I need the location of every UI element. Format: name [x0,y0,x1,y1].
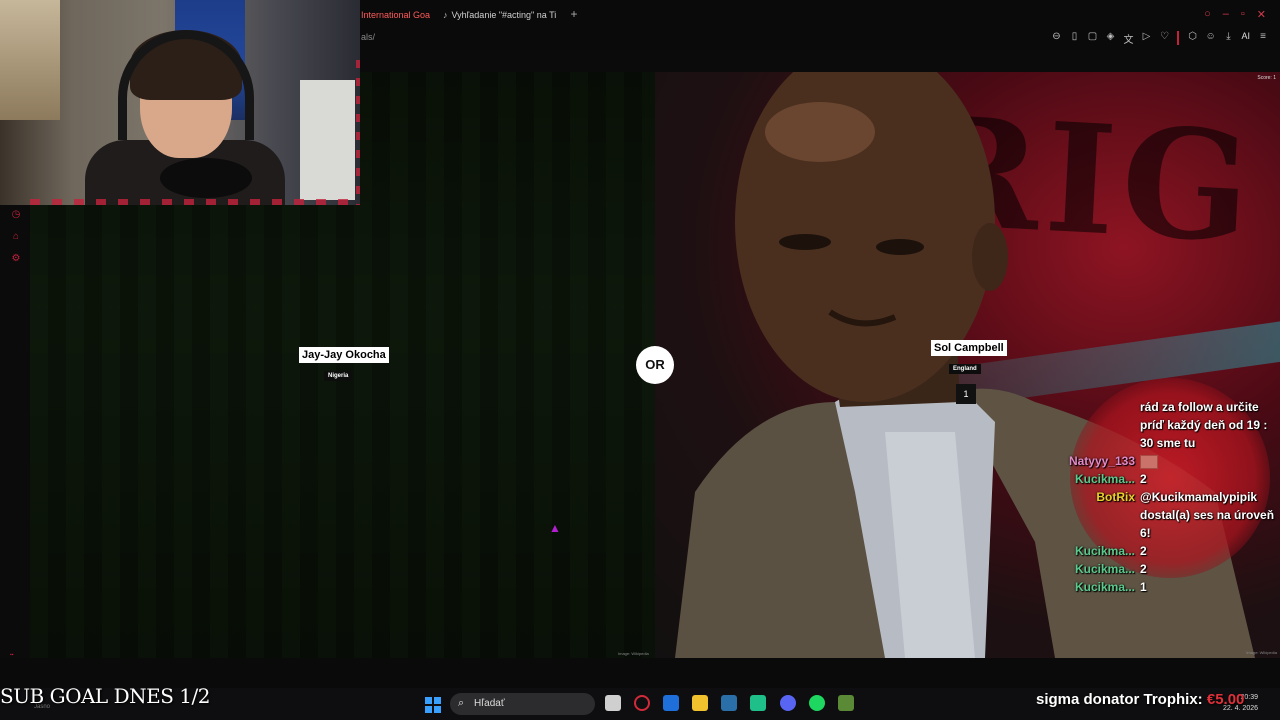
ai-button[interactable]: AI [1241,31,1250,46]
chat-text: 2 [1140,472,1147,486]
file-explorer-pinned-icon[interactable] [605,695,621,711]
zoom-icon[interactable]: ⊖ [1051,31,1061,46]
score-readout: Score: 1 [1257,75,1276,81]
bookmark-icon[interactable]: ▯ [1069,31,1079,46]
tab-label: Vyhľadanie "#acting" na Ti [451,10,557,20]
url-field[interactable]: als/ [361,32,375,42]
chat-text: 2 [1140,562,1147,576]
chat-username [1064,398,1140,452]
steam-icon[interactable] [721,695,737,711]
opera-gx-icon[interactable] [634,695,650,711]
taskbar-search[interactable]: ⌕ Hľadať [450,693,595,715]
chat-message: rád za follow a určite príď každý deň od… [1064,398,1280,452]
cam-window [0,0,60,120]
extensions-icon[interactable]: ⬡ [1187,31,1197,46]
profile-icon[interactable]: ☺ [1205,31,1215,46]
cursor-icon: ▲ [549,521,561,535]
download-icon[interactable]: ⤓ [1223,31,1233,46]
browser-toolbar: ⊖ ▯ ▢ ◈ 文 ▷ ♡ ⬡ ☺ ⤓ AI ≡ [1051,31,1268,46]
cam-frame-decoration [30,199,360,205]
cam-frame-decoration [356,60,360,205]
minecraft-icon[interactable] [838,695,854,711]
app-icon[interactable] [750,695,766,711]
tab-international-goals[interactable]: International Goa [361,6,431,24]
chat-username: BotRix [1096,490,1135,504]
close-icon[interactable]: ✕ [1257,8,1266,21]
donator-overlay: sigma donator Trophix: €5.00 [1036,691,1244,708]
tab-label: International Goa [361,10,431,20]
chat-text: rád za follow a určite príď každý deň od… [1140,400,1268,450]
image-credit-right: Image: Wikipedia [1246,650,1277,655]
chat-username: Kucikma... [1074,562,1135,576]
browser-tab-bar: International Goa ♪ Vyhľadanie "#acting"… [355,0,1280,28]
or-divider: OR [636,346,674,384]
image-credit-left: Image: Wikipedia [618,651,649,656]
sub-goal-overlay: SUB GOAL DNES 1/2 [0,684,210,708]
screen: International Goa ♪ Vyhľadanie "#acting"… [0,0,1280,720]
cam-fridge [300,80,355,200]
chat-message: Kucikma... 2 [1064,560,1280,578]
shield-icon[interactable]: ◈ [1105,31,1115,46]
heart-icon[interactable]: ♡ [1159,31,1169,46]
left-player-country: Nigeria [324,371,353,381]
chat-text [1140,452,1280,470]
tiktok-icon: ♪ [443,10,448,20]
spotify-icon[interactable] [809,695,825,711]
window-controls: ○ – ▫ ✕ [1204,8,1266,21]
discord-icon[interactable] [780,695,796,711]
search-icon[interactable]: ○ [1204,8,1211,21]
outlook-icon[interactable] [663,695,679,711]
left-player-name: Jay-Jay Okocha [299,347,389,363]
right-player-name: Sol Campbell [931,340,1007,356]
chat-message: Natyyy_133 [1064,452,1280,470]
webcam-overlay [0,0,360,205]
chat-message: BotRix @Kucikmamalypipik dostal(a) ses n… [1064,488,1280,542]
start-button[interactable] [425,697,441,713]
right-player-score: 1 [956,384,976,404]
menu-icon[interactable]: ≡ [1258,31,1268,46]
right-player-country: England [949,364,981,374]
maximize-icon[interactable]: ▫ [1241,8,1245,21]
emote-icon [1140,454,1158,469]
history-icon[interactable]: ◷ [10,209,22,221]
chat-username: Kucikma... [1074,544,1135,558]
chat-message: Kucikma... 2 [1064,470,1280,488]
chat-text: 1 [1140,580,1147,594]
chat-message: Kucikma... 2 [1064,542,1280,560]
translate-icon[interactable]: 文 [1123,31,1133,46]
donator-amount: €5.00 [1206,691,1245,708]
new-tab-button[interactable]: + [567,6,581,22]
chat-text: @Kucikmamalypipik dostal(a) ses na úrove… [1140,490,1275,540]
home-icon[interactable]: ⌂ [10,231,22,243]
screenshot-icon[interactable]: ▢ [1087,31,1097,46]
folder-icon[interactable] [692,695,708,711]
minimize-icon[interactable]: – [1223,8,1229,21]
chat-message: Kucikma... 1 [1064,578,1280,596]
tab-tiktok-search[interactable]: ♪ Vyhľadanie "#acting" na Ti [443,6,563,24]
stream-chat: rád za follow a určite príď každý deň od… [1064,398,1280,596]
chat-text: 2 [1140,544,1147,558]
donator-label: sigma donator Trophix: [1036,691,1203,708]
chat-username: Kucikma... [1074,580,1135,594]
microphone [160,158,252,198]
toolbar-separator [1177,31,1180,45]
play-icon[interactable]: ▷ [1141,31,1151,46]
settings-icon[interactable]: ⚙ [10,253,22,265]
chat-username: Natyyy_133 [1068,454,1135,468]
chat-username: Kucikma... [1074,472,1135,486]
address-bar: als/ ⊖ ▯ ▢ ◈ 文 ▷ ♡ ⬡ ☺ ⤓ AI ≡ [355,28,1280,50]
search-icon: ⌕ [458,697,465,709]
search-placeholder: Hľadať [474,698,505,709]
browser-sidebar: ◷ ⌂ ⚙ [0,205,30,675]
